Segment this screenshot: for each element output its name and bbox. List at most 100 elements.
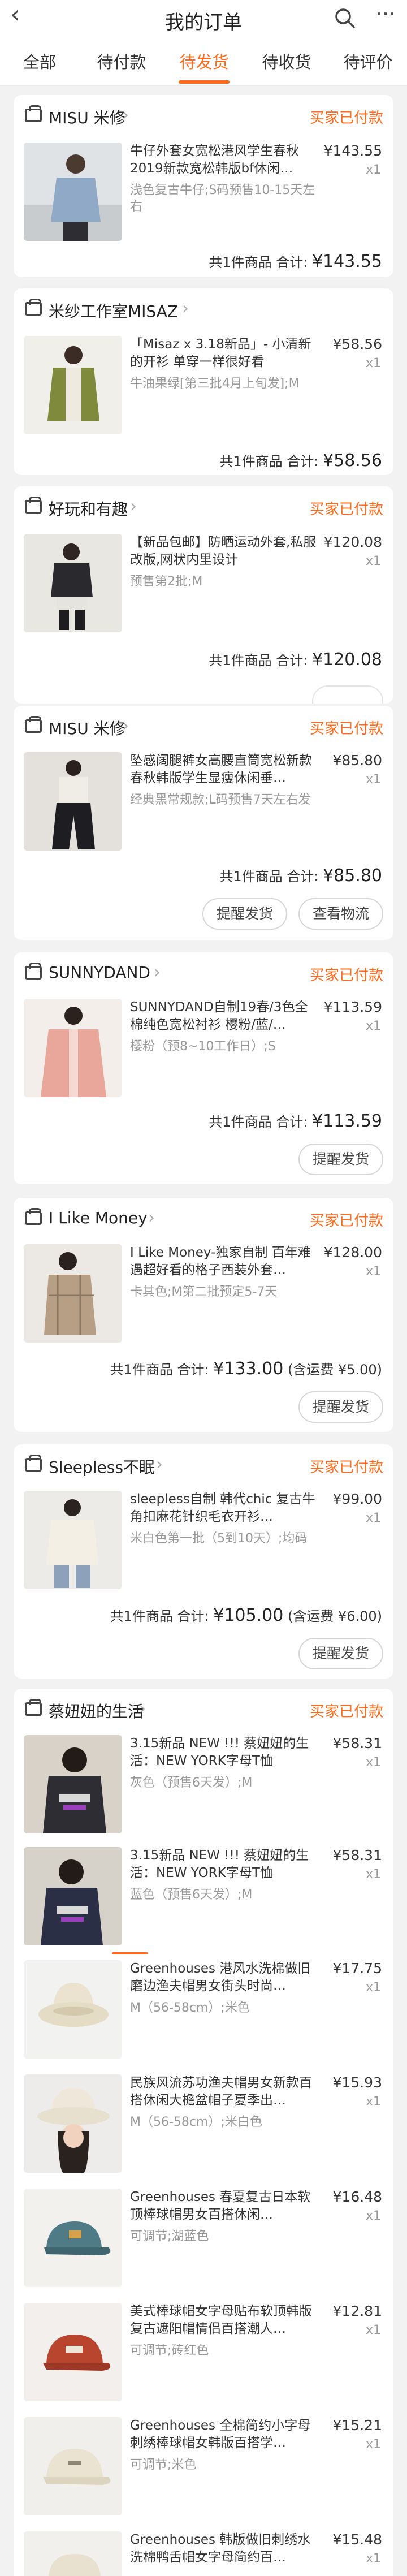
shop-name[interactable]: Sleepless不眠 xyxy=(49,1455,155,1478)
product-quantity: x1 xyxy=(365,1867,381,1882)
product-price: ¥16.48 xyxy=(332,2189,382,2205)
order-card[interactable]: I Like Money › 买家已付款 I Like Money-独家自制 百… xyxy=(14,1198,393,1432)
product-name: Greenhouses 春夏复古日本软顶棒球帽男女百搭休闲… xyxy=(130,2190,311,2222)
item-divider-accent xyxy=(112,1952,148,1954)
product-name: 3.15新品 NEW !!! 蔡妞妞的生活：NEW YORK字母T恤 xyxy=(130,1736,309,1768)
order-status: 买家已付款 xyxy=(309,1459,383,1476)
remind-shipment-button[interactable]: 提醒发货 xyxy=(298,1638,383,1669)
shop-name[interactable]: 蔡妞妞的生活 xyxy=(49,1699,144,1722)
order-total: 共1件商品 合计: ¥120.08 xyxy=(209,650,382,670)
product-thumbnail[interactable] xyxy=(24,2531,122,2576)
freight-note: (含运费 ¥5.00) xyxy=(287,1362,382,1378)
order-total: 共1件商品 合计: ¥143.55 xyxy=(209,252,382,271)
order-item[interactable]: Greenhouses 春夏复古日本软顶棒球帽男女百搭休闲… 可调节;湖蓝色 ¥… xyxy=(14,2189,393,2297)
top-nav-bar: ‹ 我的订单 ··· xyxy=(0,0,407,38)
tab-pending-review[interactable]: 待评价 xyxy=(331,38,405,86)
product-thumbnail[interactable] xyxy=(24,2417,122,2515)
shop-name[interactable]: 好玩和有趣 xyxy=(49,497,128,520)
active-tab-indicator xyxy=(179,80,230,84)
order-card[interactable]: Sleepless不眠 › 买家已付款 sleepless自制 韩代chic 复… xyxy=(14,1444,393,1679)
product-quantity: x1 xyxy=(365,2437,381,2452)
product-price: ¥128.00 xyxy=(323,1244,382,1261)
order-item[interactable]: I Like Money-独家自制 百年难遇超好看的格子西装外套… 卡其色;M第… xyxy=(14,1244,393,1353)
order-item[interactable]: 美式棒球帽女字母贴布软顶韩版复古遮阳帽情侣百搭潮人… 可调节;砖红色 ¥12.8… xyxy=(14,2303,393,2411)
order-header: 蔡妞妞的生活 › 买家已付款 xyxy=(14,1689,393,1729)
product-sku: 牛油果绿[第三批4月上旬发];M xyxy=(130,377,300,391)
product-price: ¥15.93 xyxy=(332,2074,382,2091)
shop-icon xyxy=(25,963,42,980)
product-price: ¥15.48 xyxy=(332,2531,382,2548)
shop-name[interactable]: MISU 米修 xyxy=(49,106,125,128)
product-thumbnail[interactable] xyxy=(24,752,122,851)
product-thumbnail[interactable] xyxy=(24,534,122,632)
order-item[interactable]: 牛仔外套女宽松港风学生春秋2019新款宽松韩版bf休闲… 浅色复古牛仔;S码预售… xyxy=(14,143,393,251)
product-thumbnail[interactable] xyxy=(24,1491,122,1589)
tab-pending-shipment[interactable]: 待发货 xyxy=(167,38,241,86)
order-item[interactable]: 坠感阔腿裤女高腰直筒宽松新款春秋韩版学生显瘦休闲垂… 经典黑常规款;L码预售7天… xyxy=(14,752,393,861)
product-sku: 卡其色;M第二批预定5-7天 xyxy=(130,1285,278,1299)
product-price: ¥12.81 xyxy=(332,2303,382,2319)
shop-name[interactable]: MISU 米修 xyxy=(49,717,125,739)
order-header: I Like Money › 买家已付款 xyxy=(14,1198,393,1239)
product-sku: 米白色第一批（5到10天）;均码 xyxy=(130,1531,308,1546)
shop-icon xyxy=(25,716,42,733)
tab-pending-receipt[interactable]: 待收货 xyxy=(250,38,323,86)
shop-icon xyxy=(25,299,42,316)
shop-name[interactable]: SUNNYDAND xyxy=(49,963,150,982)
shop-icon xyxy=(25,1208,42,1225)
order-card[interactable]: SUNNYDAND › 买家已付款 SUNNYDAND自制19春/3色全棉纯色宽… xyxy=(14,952,393,1184)
order-status: 买家已付款 xyxy=(309,1213,383,1229)
product-thumbnail[interactable] xyxy=(24,2189,122,2287)
product-sku: 樱粉（预8~10工作日）;S xyxy=(130,1039,276,1054)
product-quantity: x1 xyxy=(365,2323,381,2337)
view-logistics-button[interactable]: 查看物流 xyxy=(298,898,383,930)
order-card[interactable]: 米纱工作室MISAZ › 「Misaz x 3.18新品」- 小清新的开衫 单穿… xyxy=(14,288,393,475)
product-thumbnail[interactable] xyxy=(24,2303,122,2401)
product-quantity: x1 xyxy=(365,773,381,787)
order-item[interactable]: Greenhouses 全棉简约小字母刺绣棒球帽女韩版百搭学… 可调节;米色 ¥… xyxy=(14,2417,393,2526)
order-status: 买家已付款 xyxy=(309,1703,383,1720)
remind-shipment-button[interactable]: 提醒发货 xyxy=(298,1391,383,1423)
product-thumbnail[interactable] xyxy=(24,1244,122,1343)
order-item[interactable]: SUNNYDAND自制19春/3色全棉纯色宽松衬衫 樱粉/蓝/… 樱粉（预8~1… xyxy=(14,999,393,1107)
action-button-partial[interactable] xyxy=(312,685,383,704)
product-thumbnail[interactable] xyxy=(24,336,122,434)
product-sku: M（56-58cm）;米色 xyxy=(130,2001,250,2015)
order-status: 买家已付款 xyxy=(309,967,383,984)
shop-name[interactable]: 米纱工作室MISAZ xyxy=(49,299,178,322)
product-price: ¥85.80 xyxy=(332,752,382,769)
order-item[interactable]: 【新品包邮】防晒运动外套,私服改版,网状内里设计 预售第2批;M ¥120.08… xyxy=(14,534,393,642)
product-name: 【新品包邮】防晒运动外套,私服改版,网状内里设计 xyxy=(130,535,317,567)
chevron-right-icon: › xyxy=(122,716,129,736)
product-thumbnail[interactable] xyxy=(24,1960,122,2059)
order-item[interactable]: 「Misaz x 3.18新品」- 小清新的开衫 单穿一样很好看 牛油果绿[第三… xyxy=(14,336,393,445)
order-card[interactable]: 好玩和有趣 › 买家已付款 【新品包邮】防晒运动外套,私服改版,网状内里设计 预… xyxy=(14,486,393,704)
order-card[interactable]: MISU 米修 › 买家已付款 坠感阔腿裤女高腰直筒宽松新款春秋韩版学生显瘦休闲… xyxy=(14,706,393,940)
order-item[interactable]: 3.15新品 NEW !!! 蔡妞妞的生活：NEW YORK字母T恤 蓝色（预售… xyxy=(14,1847,393,1956)
search-icon[interactable] xyxy=(332,6,357,31)
product-thumbnail[interactable] xyxy=(24,1735,122,1833)
product-thumbnail[interactable] xyxy=(24,999,122,1097)
order-item[interactable]: Greenhouses 韩版做旧刺绣水洗棉鸭舌帽女字母简约百… ¥15.48 x… xyxy=(14,2531,393,2576)
shop-name[interactable]: I Like Money xyxy=(49,1209,148,1227)
remind-shipment-button[interactable]: 提醒发货 xyxy=(202,898,287,930)
product-thumbnail[interactable] xyxy=(24,2074,122,2173)
product-name: I Like Money-独家自制 百年难遇超好看的格子西装外套… xyxy=(130,1245,311,1278)
order-card[interactable]: 蔡妞妞的生活 › 买家已付款 3.15新品 NEW !!! 蔡妞妞的生活：NEW… xyxy=(14,1689,393,2576)
order-item[interactable]: sleepless自制 韩代chic 复古牛角扣麻花针织毛衣开衫… 米白色第一批… xyxy=(14,1491,393,1599)
product-price: ¥58.31 xyxy=(332,1735,382,1751)
order-item[interactable]: Greenhouses 港风水洗棉做旧磨边渔夫帽男女街头时尚… M（56-58c… xyxy=(14,1960,393,2069)
product-sku: 浅色复古牛仔;S码预售10-15天左右 xyxy=(130,183,315,214)
product-sku: 蓝色（预售6天发）;M xyxy=(130,1888,253,1902)
order-item[interactable]: 3.15新品 NEW !!! 蔡妞妞的生活：NEW YORK字母T恤 灰色（预售… xyxy=(14,1735,393,1844)
product-name: Greenhouses 韩版做旧刺绣水洗棉鸭舌帽女字母简约百… xyxy=(130,2532,311,2565)
more-icon[interactable]: ··· xyxy=(371,3,400,31)
order-card[interactable]: MISU 米修 › 买家已付款 牛仔外套女宽松港风学生春秋2019新款宽松韩版b… xyxy=(14,95,393,277)
remind-shipment-button[interactable]: 提醒发货 xyxy=(298,1144,383,1175)
product-thumbnail[interactable] xyxy=(24,1847,122,1945)
tab-pending-payment[interactable]: 待付款 xyxy=(85,38,158,86)
order-header: Sleepless不眠 › 买家已付款 xyxy=(14,1444,393,1485)
tab-all[interactable]: 全部 xyxy=(6,38,73,86)
product-thumbnail[interactable] xyxy=(24,143,122,241)
order-item[interactable]: 民族风流苏功渔夫帽男女新款百搭休闲大檐盆帽子夏季出… M（56-58cm）;米白… xyxy=(14,2074,393,2183)
